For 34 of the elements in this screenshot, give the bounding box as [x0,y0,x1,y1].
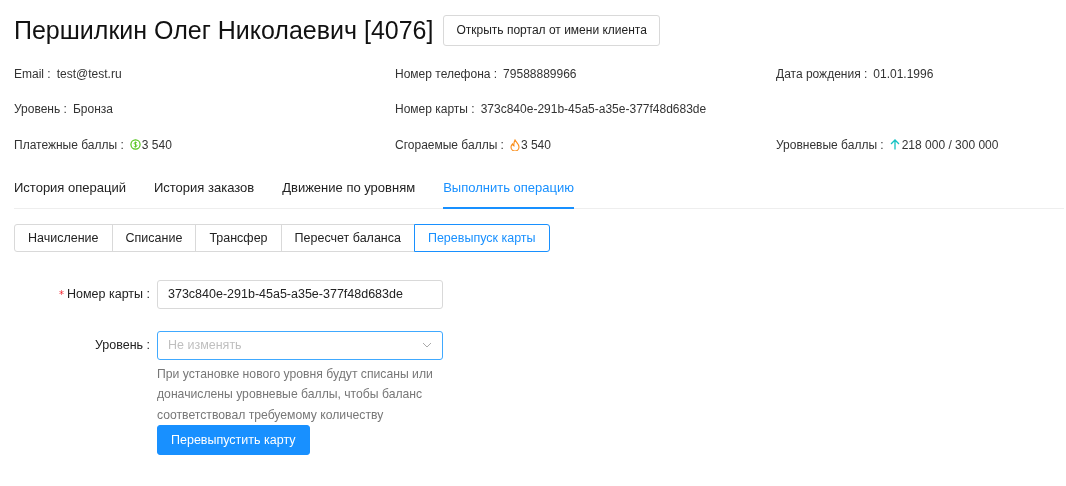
tab[interactable]: История заказов [153,175,255,209]
operation-button[interactable]: Списание [111,223,197,252]
info-value: 79588889966 [503,66,577,81]
info-value: test@test.ru [56,66,122,81]
info-label: Уровень : [14,102,67,117]
operation-button[interactable]: Начисление [14,223,113,252]
info-value: 3 540 [141,137,172,152]
operation-button[interactable]: Трансфер [195,223,282,252]
tab[interactable]: Движение по уровням [282,175,416,209]
info-label: Сгораемые баллы : [395,137,504,152]
info-label: Платежные баллы : [14,137,124,152]
arrow-up-icon [889,139,900,151]
coin-icon [129,139,141,151]
info-value: 373c840e-291b-45a5-a35e-377f48d683de [480,102,707,117]
info-label: Номер карты : [395,102,475,117]
info-label: Номер телефона : [395,66,498,81]
flame-icon [509,138,520,151]
open-portal-button[interactable]: Открыть портал от имени клиента [443,14,660,46]
info-label: Дата рождения : [776,66,868,81]
info-value: 218 000 / 300 000 [901,137,999,152]
info-label: Уровневые баллы : [776,137,884,152]
required-mark: * [59,288,64,300]
tab[interactable]: История операций [14,175,126,209]
info-label: Email : [14,66,51,81]
help-text: При установке нового уровня будут списаны или доначислены уровневые баллы, чтобы баланс соответствовал требуемому количеству [157,365,434,424]
operation-button[interactable]: Пересчет баланса [280,223,415,252]
card-number-field[interactable]: 373c840e-291b-45a5-a35e-377f48d683de [157,279,443,309]
info-value: 01.01.1996 [873,66,934,81]
chevron-down-icon [422,342,432,348]
field-label: Уровень : [94,337,151,354]
info-value: Бронза [72,102,113,117]
field-label: * Номер карты : [59,286,151,303]
info-value: 3 540 [520,137,551,152]
client-name-title: Першилкин Олег Николаевич [4076] [14,15,434,45]
